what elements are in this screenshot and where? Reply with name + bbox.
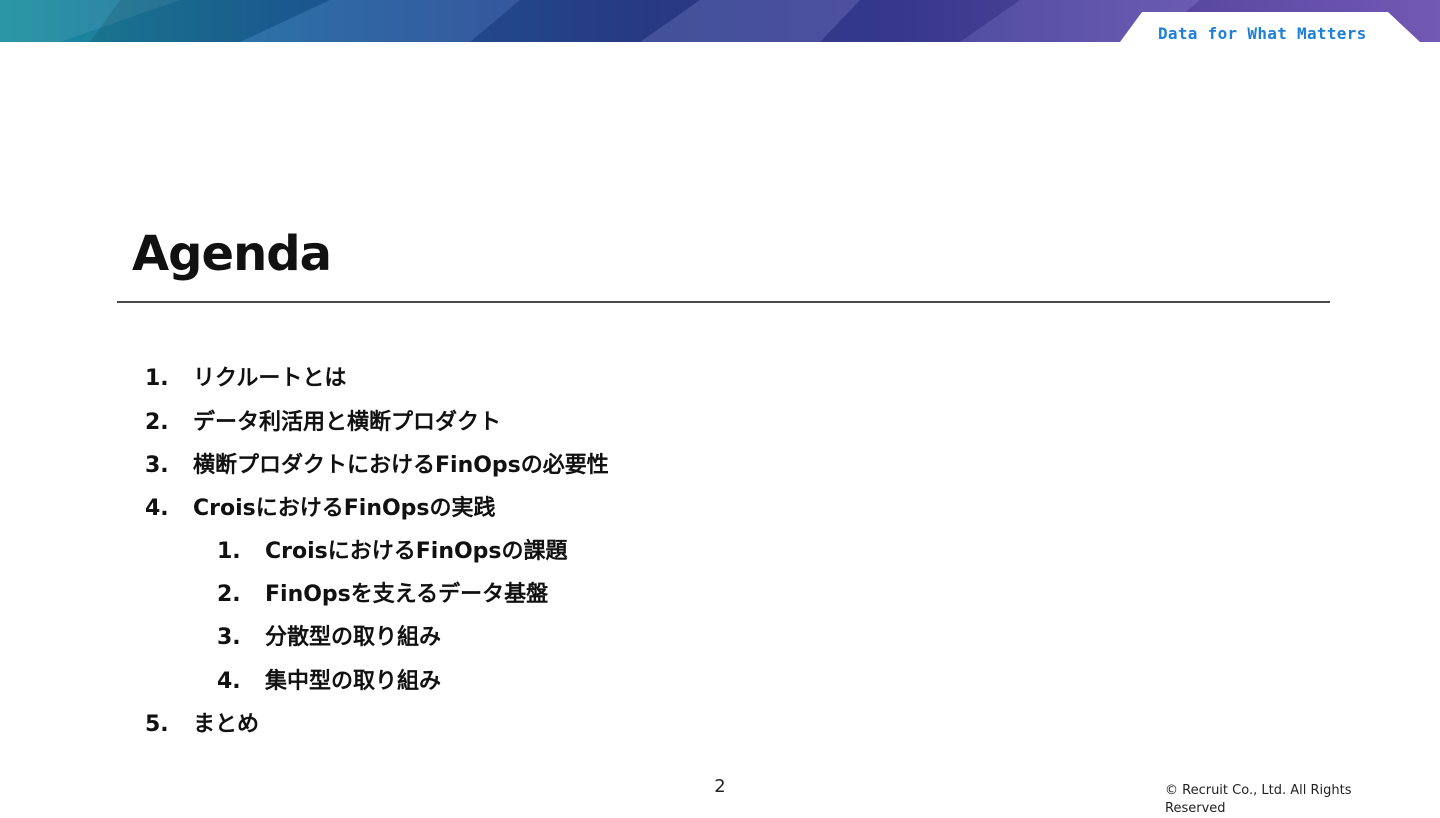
agenda-item-number: 5. — [145, 712, 169, 737]
agenda-item-number: 1. — [145, 366, 169, 391]
agenda-subitem-text: 分散型の取り組み — [265, 625, 442, 650]
agenda-subitem-text: 集中型の取り組み — [265, 669, 442, 694]
agenda-subitem-number: 2. — [217, 582, 241, 607]
agenda-item-number: 4. — [145, 496, 169, 521]
agenda-subitem-number: 4. — [217, 669, 241, 694]
brand-tagline: Data for What Matters — [1158, 24, 1367, 43]
agenda-subitem-number: 1. — [217, 539, 241, 564]
slide-title: Agenda — [132, 226, 332, 282]
title-divider — [117, 301, 1330, 303]
agenda-item-text: データ利活用と横断プロダクト — [193, 410, 502, 435]
agenda-item-text: まとめ — [193, 712, 260, 737]
agenda-item-number: 3. — [145, 453, 169, 478]
page-number: 2 — [714, 776, 726, 797]
agenda-subitem-text: CroisにおけるFinOpsの課題 — [265, 539, 568, 564]
agenda-item-text: CroisにおけるFinOpsの実践 — [193, 496, 496, 521]
agenda-subitem-text: FinOpsを支えるデータ基盤 — [265, 582, 549, 607]
copyright-notice: © Recruit Co., Ltd. All Rights Reserved — [1165, 783, 1352, 816]
agenda-item-number: 2. — [145, 410, 169, 435]
agenda-item-text: 横断プロダクトにおけるFinOpsの必要性 — [193, 453, 609, 478]
agenda-item-text: リクルートとは — [193, 366, 347, 391]
agenda-subitem-number: 3. — [217, 625, 241, 650]
